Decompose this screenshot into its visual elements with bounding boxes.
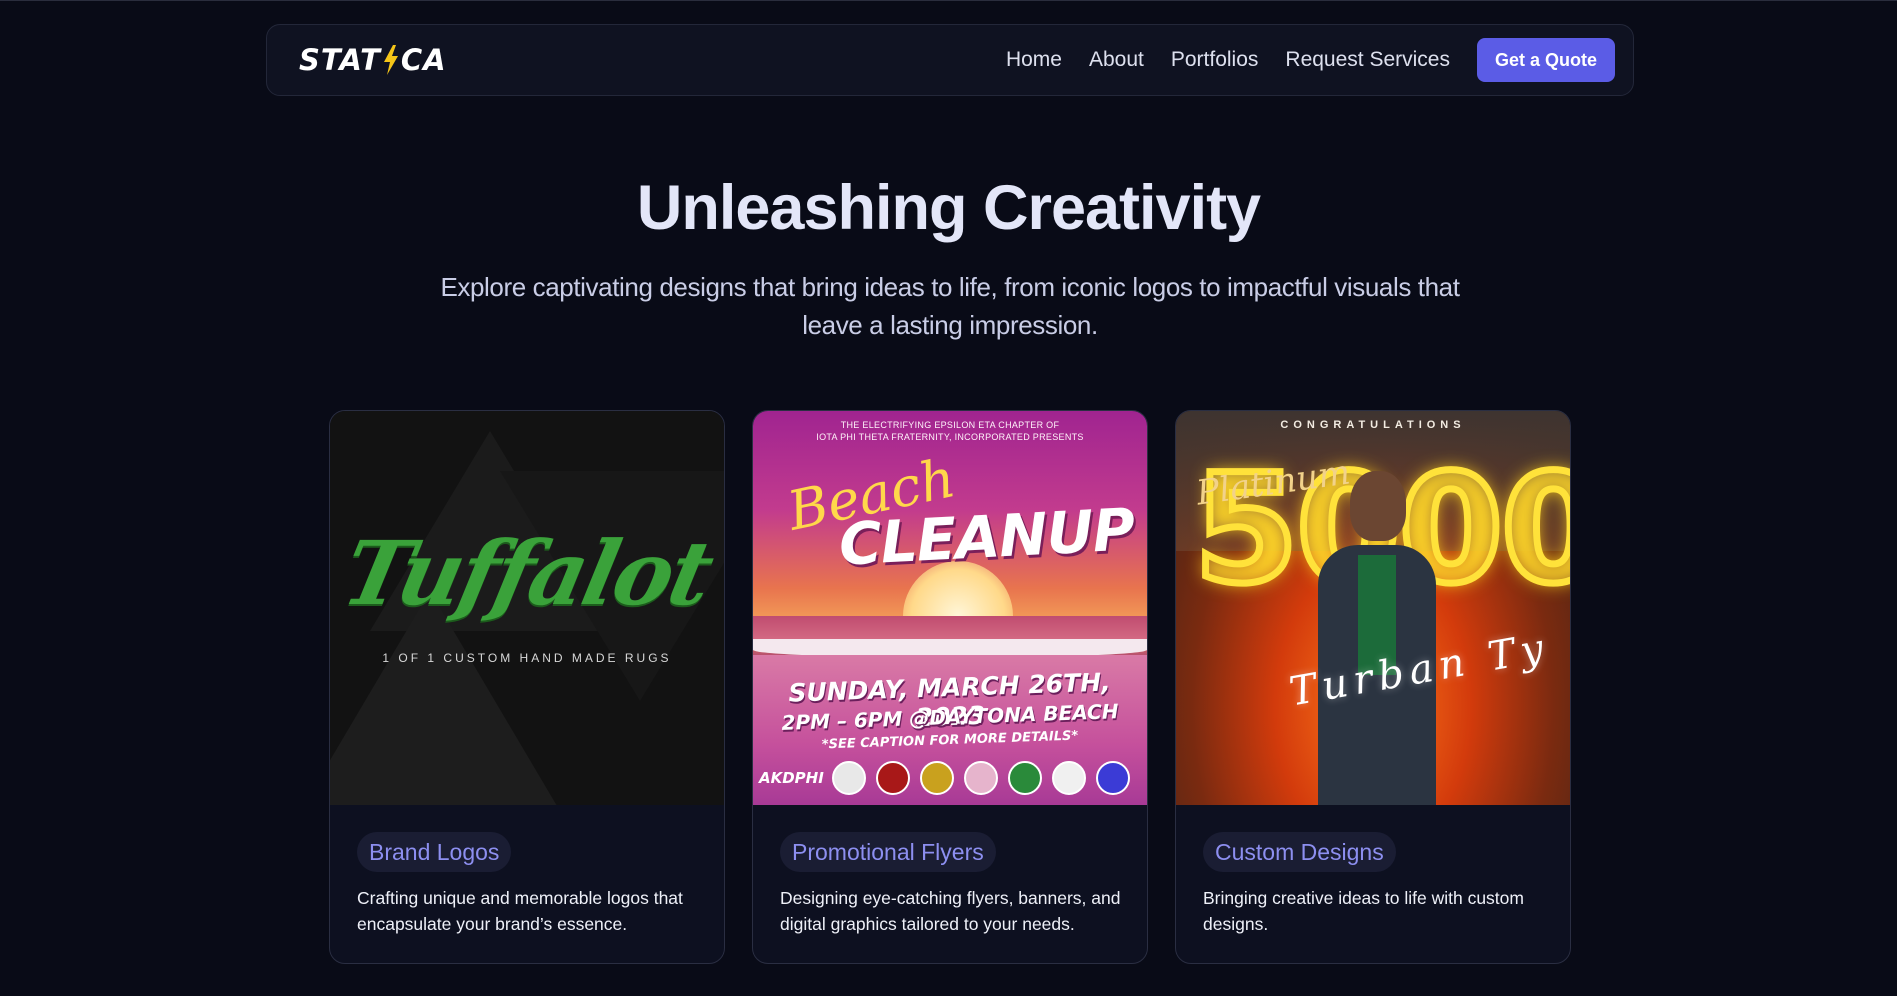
poster-header: CONGRATULATIONS	[1280, 419, 1466, 431]
card-image-platinum-5000: CONGRATULATIONS 5000 Platinum Turban Ty	[1176, 411, 1570, 805]
flyer-title: CLEANUP	[837, 495, 1136, 579]
card-promotional-flyers[interactable]: THE ELECTRIFYING EPSILON ETA CHAPTER OF …	[752, 410, 1148, 964]
nav-home[interactable]: Home	[1006, 48, 1062, 72]
flyer-header-line1: THE ELECTRIFYING EPSILON ETA CHAPTER OF	[840, 420, 1060, 430]
card-custom-designs[interactable]: CONGRATULATIONS 5000 Platinum Turban Ty …	[1175, 410, 1571, 964]
org-seal-icon	[1051, 761, 1086, 795]
site-logo[interactable]: STAT CA	[299, 43, 447, 77]
org-seal-icon	[831, 761, 866, 795]
card-image-beach-cleanup: THE ELECTRIFYING EPSILON ETA CHAPTER OF …	[753, 411, 1147, 805]
nav-portfolios[interactable]: Portfolios	[1171, 48, 1259, 72]
card-description: Crafting unique and memorable logos that…	[357, 888, 683, 934]
org-seal-icon	[1007, 761, 1042, 795]
lightning-bolt-icon	[383, 45, 398, 75]
navbar: STAT CA Home About Portfolios Request Se…	[266, 24, 1634, 96]
person-figure	[1318, 471, 1436, 805]
logo-text-left: STAT	[299, 43, 381, 77]
category-badge: Brand Logos	[357, 832, 512, 872]
nav-links: Home About Portfolios Request Services G…	[1006, 38, 1615, 82]
card-image-tuffalot: Tuffalot 1 OF 1 CUSTOM HAND MADE RUGS	[330, 411, 724, 805]
tuffalot-tagline: 1 OF 1 CUSTOM HAND MADE RUGS	[382, 651, 672, 665]
org-seal-icon	[875, 761, 910, 795]
nav-request-services[interactable]: Request Services	[1285, 48, 1450, 72]
category-badge: Promotional Flyers	[780, 832, 996, 872]
hero-subtitle: Explore captivating designs that bring i…	[440, 272, 1460, 340]
tuffalot-logo-text: Tuffalot	[334, 521, 720, 625]
card-brand-logos[interactable]: Tuffalot 1 OF 1 CUSTOM HAND MADE RUGS Br…	[329, 410, 725, 964]
get-quote-button[interactable]: Get a Quote	[1476, 38, 1615, 82]
logo-text-right: CA	[400, 43, 447, 77]
category-badge: Custom Designs	[1203, 832, 1396, 872]
org-seals: AKDPHI	[759, 761, 1140, 795]
flyer-header: THE ELECTRIFYING EPSILON ETA CHAPTER OF …	[753, 419, 1147, 443]
flyer-header-line2: IOTA PHI THETA FRATERNITY, INCORPORATED …	[816, 432, 1084, 442]
nav-about[interactable]: About	[1089, 48, 1144, 72]
org-seal-icon	[963, 761, 998, 795]
org-seal-icon	[1095, 761, 1130, 795]
top-border	[0, 0, 1897, 1]
org-seal-icon	[919, 761, 954, 795]
org-name: AKDPHI	[759, 769, 824, 787]
hero-title: Unleashing Creativity	[636, 173, 1261, 243]
card-description: Bringing creative ideas to life with cus…	[1203, 888, 1524, 934]
card-description: Designing eye-catching flyers, banners, …	[780, 888, 1121, 934]
